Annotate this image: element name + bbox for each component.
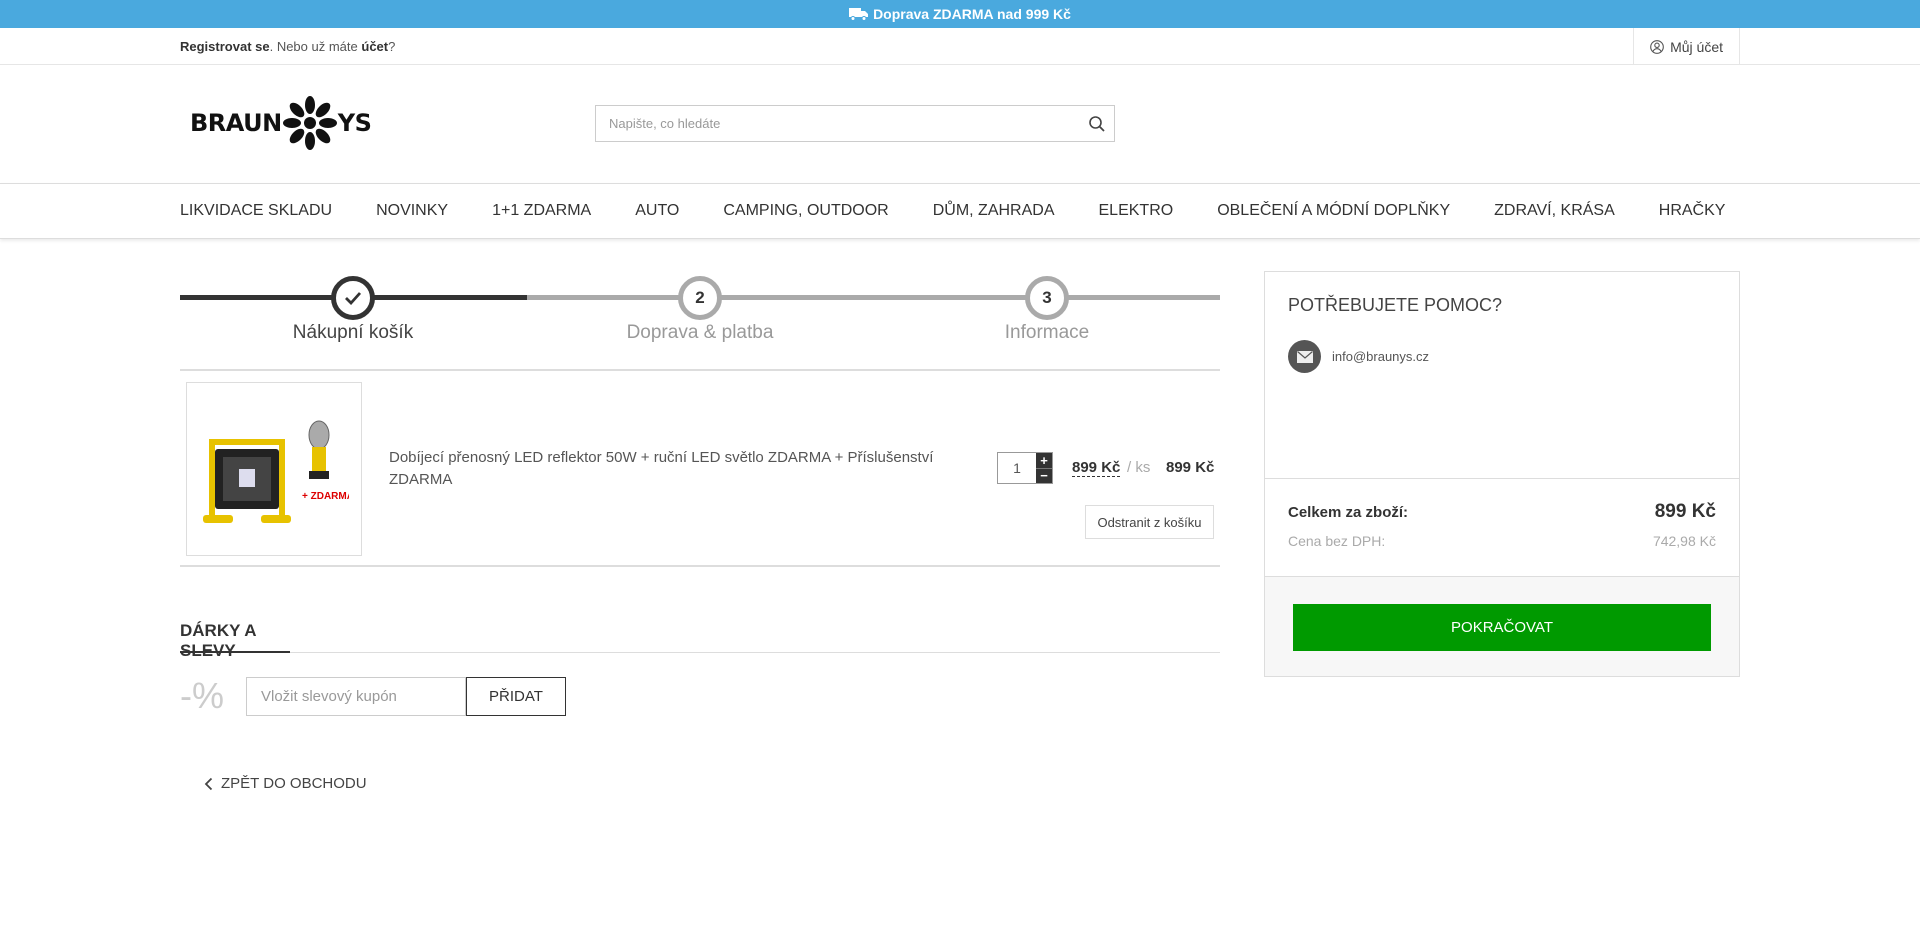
continue-button[interactable]: POKRAČOVAT	[1293, 604, 1711, 651]
quantity-input[interactable]	[998, 453, 1036, 483]
support-email: info@braunys.cz	[1332, 349, 1430, 364]
coupon-input[interactable]	[246, 676, 466, 716]
step-shipping[interactable]: 2 Doprava & platba	[600, 276, 800, 344]
product-image-badge: + ZDARMA	[302, 491, 349, 502]
remove-from-cart-button[interactable]: Odstranit z košíku	[1085, 505, 1214, 539]
continue-section: POKRAČOVAT	[1265, 576, 1739, 676]
step-shipping-circle: 2	[678, 276, 722, 320]
logo-text-left: BRAUN	[190, 109, 282, 137]
checkmark-icon	[345, 292, 362, 305]
braunys-logo[interactable]: BRAUN YS	[190, 93, 372, 153]
product-image-graphic: + ZDARMA	[203, 420, 349, 523]
cart-column: Nákupní košík 2 Doprava & platba 3 Infor…	[180, 239, 1220, 792]
search-box	[595, 105, 1115, 142]
net-price-value: 742,98 Kč	[1652, 533, 1716, 549]
nav-item-1plus1-zdarma[interactable]: 1+1 ZDARMA	[492, 202, 591, 220]
unit-price: 899 Kč	[1072, 459, 1121, 477]
free-shipping-text: Doprava ZDARMA nad 999 Kč	[873, 6, 1071, 22]
login-link[interactable]: účet	[361, 39, 388, 54]
site-header: BRAUN YS	[0, 65, 1920, 183]
quantity-increase-button[interactable]: +	[1036, 453, 1052, 468]
nav-item-obleceni[interactable]: OBLEČENÍ A MÓDNÍ DOPLŇKY	[1217, 202, 1450, 220]
main-navigation: LIKVIDACE SKLADU NOVINKY 1+1 ZDARMA AUTO…	[0, 183, 1920, 239]
nav-item-elektro[interactable]: ELEKTRO	[1099, 202, 1174, 220]
cart-page: Nákupní košík 2 Doprava & platba 3 Infor…	[180, 239, 1740, 939]
flower-logo-icon	[282, 96, 337, 150]
net-price-label: Cena bez DPH:	[1288, 533, 1386, 549]
back-to-shop-label: ZPĚT DO OBCHODU	[221, 775, 367, 792]
support-email-link[interactable]: info@braunys.cz	[1288, 340, 1716, 373]
nav-item-dum-zahrada[interactable]: DŮM, ZAHRADA	[933, 202, 1055, 220]
my-account-label: Můj účet	[1670, 38, 1723, 55]
checkout-steps: Nákupní košík 2 Doprava & platba 3 Infor…	[180, 239, 1220, 389]
nav-item-likvidace-skladu[interactable]: LIKVIDACE SKLADU	[180, 202, 332, 220]
total-label: Celkem za zboží:	[1288, 503, 1409, 521]
cart-item-row: + ZDARMA Dobíjecí přenosný LED reflektor…	[180, 369, 1220, 567]
price-summary: Celkem za zboží: 899 Kč Cena bez DPH: 74…	[1265, 478, 1739, 576]
item-total-price: 899 Kč	[1166, 459, 1215, 476]
login-prompt-text: . Nebo už máte	[269, 39, 362, 54]
total-value: 899 Kč	[1654, 501, 1716, 522]
user-bar: Registrovat se. Nebo už máte účet? Můj ú…	[0, 28, 1920, 65]
step-information-label: Informace	[1004, 322, 1090, 343]
step-information-circle: 3	[1025, 276, 1069, 320]
product-image[interactable]: + ZDARMA	[186, 382, 362, 556]
truck-icon	[849, 8, 869, 21]
percent-icon: -%	[180, 675, 224, 716]
add-coupon-button[interactable]: PŘIDAT	[466, 676, 566, 716]
product-name[interactable]: Dobíjecí přenosný LED reflektor 50W + ru…	[389, 447, 969, 491]
login-prompt: Registrovat se. Nebo už máte účet?	[180, 28, 395, 65]
order-summary-panel: POTŘEBUJETE POMOC? info@braunys.cz Celke…	[1264, 271, 1740, 677]
gifts-title: DÁRKY A SLEVY	[180, 621, 290, 660]
per-unit-label: / ks	[1127, 459, 1151, 476]
nav-item-novinky[interactable]: NOVINKY	[376, 202, 448, 220]
help-box: POTŘEBUJETE POMOC? info@braunys.cz	[1265, 272, 1739, 478]
logo-text-right: YS	[337, 109, 372, 137]
nav-item-hracky[interactable]: HRAČKY	[1659, 202, 1726, 220]
nav-item-auto[interactable]: AUTO	[635, 202, 679, 220]
free-shipping-banner: Doprava ZDARMA nad 999 Kč	[0, 0, 1920, 28]
login-prompt-end: ?	[388, 39, 396, 54]
search-input[interactable]	[596, 106, 1076, 141]
quantity-stepper: + −	[997, 452, 1053, 484]
step-cart-circle	[331, 276, 375, 320]
step-shipping-label: Doprava & platba	[626, 322, 774, 343]
gifts-section-heading: DÁRKY A SLEVY	[180, 621, 1220, 660]
coupon-form: -% PŘIDAT	[180, 675, 1220, 717]
chevron-left-icon	[204, 777, 213, 790]
register-link[interactable]: Registrovat se	[180, 39, 270, 54]
back-to-shop-link[interactable]: ZPĚT DO OBCHODU	[204, 775, 1220, 792]
nav-item-camping-outdoor[interactable]: CAMPING, OUTDOOR	[723, 202, 888, 220]
step-information[interactable]: 3 Informace	[947, 276, 1147, 344]
nav-item-zdravi-krasa[interactable]: ZDRAVÍ, KRÁSA	[1494, 202, 1615, 220]
my-account-button[interactable]: Můj účet	[1633, 28, 1740, 65]
envelope-icon	[1288, 340, 1321, 373]
quantity-decrease-button[interactable]: −	[1036, 467, 1052, 484]
step-cart[interactable]: Nákupní košík	[253, 276, 453, 344]
help-title: POTŘEBUJETE POMOC?	[1288, 295, 1503, 315]
user-icon	[1650, 39, 1664, 54]
step-cart-label: Nákupní košík	[292, 322, 414, 343]
search-icon[interactable]	[1088, 115, 1106, 133]
